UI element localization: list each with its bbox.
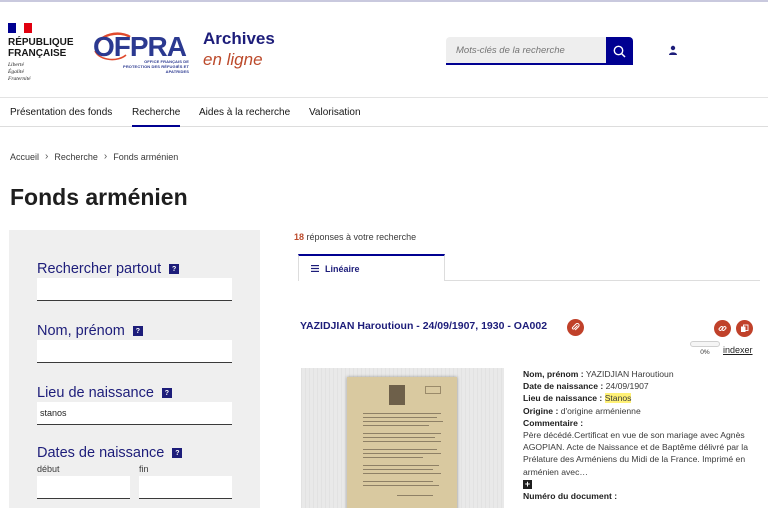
user-icon[interactable]: [668, 45, 678, 55]
meta-commentaire-text: Père décédé.Certificat en vue de son mar…: [523, 430, 748, 477]
text-line: [363, 417, 437, 419]
help-icon[interactable]: ?: [169, 264, 180, 274]
field-label-text: Dates de naissance: [37, 445, 165, 461]
breadcrumb-recherche[interactable]: Recherche: [54, 152, 98, 162]
progress-text: 0%: [700, 349, 710, 356]
copy-icon: [741, 324, 749, 332]
nav-presentation-des-fonds[interactable]: Présentation des fonds: [10, 99, 112, 127]
date-start-label: début: [37, 464, 60, 474]
text-line: [363, 465, 439, 467]
field-label-rechercher-partout: Rechercher partout ?: [37, 261, 180, 277]
results-count: 18 réponses à votre recherche: [294, 232, 416, 242]
copy-button[interactable]: [736, 320, 753, 337]
nom-prenom-input[interactable]: [37, 340, 232, 363]
chevron-right-icon: ›: [103, 151, 108, 162]
result-metadata: Nom, prénom : YAZIDJIAN Haroutioun Date …: [523, 368, 755, 502]
help-icon[interactable]: ?: [132, 326, 143, 336]
republique-name-line2: FRANÇAISE: [8, 48, 67, 59]
text-line: [363, 433, 441, 435]
text-line: [363, 481, 433, 483]
meta-numero-du-document: Numéro du document :: [523, 491, 618, 502]
meta-lieu-de-naissance: Lieu de naissance : Stanos: [523, 393, 632, 404]
breadcrumb-accueil[interactable]: Accueil: [10, 152, 39, 162]
header-search-button[interactable]: [606, 37, 633, 65]
help-icon[interactable]: ?: [172, 448, 183, 458]
text-line: [363, 437, 435, 439]
search-panel: Rechercher partout ? Nom, prénom ? Lieu …: [9, 230, 260, 508]
paperclip-icon: [571, 323, 580, 331]
text-line: [363, 457, 423, 459]
text-line: [363, 469, 433, 471]
nav-valorisation[interactable]: Valorisation: [309, 99, 361, 127]
stamp-mark: [425, 386, 441, 394]
nav-aides-a-la-recherche[interactable]: Aides à la recherche: [199, 99, 290, 127]
field-label-nom-prenom: Nom, prénom ?: [37, 323, 143, 339]
french-flag-icon: [8, 23, 32, 33]
link-icon: [718, 326, 727, 331]
lieu-de-naissance-input[interactable]: [37, 402, 232, 425]
help-icon[interactable]: ?: [161, 388, 172, 398]
indexing-progress: 0%: [690, 341, 720, 356]
field-label-text: Nom, prénom: [37, 323, 125, 339]
header-search-input[interactable]: [446, 37, 606, 63]
rechercher-partout-input[interactable]: [37, 278, 232, 301]
meta-origine: Origine : d'origine arménienne: [523, 405, 641, 416]
site-title[interactable]: Archives en ligne: [203, 29, 275, 71]
header-search-box: [446, 37, 606, 65]
text-line: [363, 421, 443, 423]
chevron-right-icon: ›: [45, 151, 49, 162]
id-photo: [389, 385, 405, 405]
field-label-text: Rechercher partout: [37, 261, 162, 277]
list-icon: [311, 265, 319, 272]
breadcrumb-current: Fonds arménien: [113, 151, 179, 162]
results-count-text: réponses à votre recherche: [306, 232, 417, 242]
text-line: [397, 495, 433, 497]
tab-lineaire-label: Linéaire: [325, 263, 360, 274]
site-title-line1: Archives: [203, 29, 275, 48]
breadcrumb: Accueil › Recherche › Fonds arménien: [10, 151, 178, 162]
motto-fraternite: Fraternité: [8, 76, 31, 82]
main-nav: Présentation des fonds Recherche Aides à…: [0, 99, 768, 127]
date-end-label: fin: [139, 464, 149, 474]
motto-liberte: Liberté: [8, 62, 24, 68]
nav-recherche[interactable]: Recherche: [132, 99, 181, 127]
permalink-button[interactable]: [714, 320, 731, 337]
result-attachment-button[interactable]: [567, 319, 584, 336]
search-icon: [613, 45, 626, 58]
meta-nom-prenom: Nom, prénom : YAZIDJIAN Haroutioun: [523, 369, 674, 379]
indexer-link[interactable]: indexer: [723, 345, 753, 355]
results-count-number: 18: [294, 232, 305, 242]
expand-comment-button[interactable]: +: [523, 478, 755, 490]
text-line: [363, 425, 429, 427]
motto-egalite: Égalité: [8, 69, 24, 75]
progress-bar: [690, 341, 720, 347]
document-thumbnail[interactable]: [347, 377, 457, 508]
ofpra-logo[interactable]: OFPRA OFFICE FRANÇAIS DE PROTECTION DES …: [90, 28, 189, 75]
site-title-line2: en ligne: [203, 50, 263, 69]
motto: Liberté Égalité Fraternité: [8, 62, 78, 83]
republique-francaise-logo[interactable]: RÉPUBLIQUE FRANÇAISE Liberté Égalité Fra…: [8, 23, 78, 83]
text-line: [363, 485, 439, 487]
republique-name-line1: RÉPUBLIQUE: [8, 37, 74, 48]
field-label-text: Lieu de naissance: [37, 385, 154, 401]
date-start-input[interactable]: [37, 476, 130, 499]
text-line: [363, 473, 441, 475]
site-header: RÉPUBLIQUE FRANÇAISE Liberté Égalité Fra…: [0, 0, 768, 98]
text-line: [363, 413, 441, 415]
date-end-input[interactable]: [139, 476, 232, 499]
page-title: Fonds arménien: [10, 184, 188, 210]
tab-lineaire[interactable]: Linéaire: [298, 254, 445, 281]
ofpra-wordmark: OFPRA: [93, 31, 187, 62]
meta-date-de-naissance: Date de naissance : 24/09/1907: [523, 381, 649, 392]
text-line: [363, 453, 441, 455]
text-line: [363, 449, 437, 451]
meta-commentaire-label: Commentaire :: [523, 417, 584, 428]
ofpra-subtitle: OFFICE FRANÇAIS DE PROTECTION DES RÉFUGI…: [123, 59, 189, 74]
field-label-lieu-de-naissance: Lieu de naissance ?: [37, 385, 172, 401]
result-title[interactable]: YAZIDJIAN Haroutioun - 24/09/1907, 1930 …: [300, 320, 547, 332]
field-label-dates-de-naissance: Dates de naissance ?: [37, 445, 183, 461]
plus-icon: +: [523, 478, 532, 489]
text-line: [363, 441, 441, 443]
